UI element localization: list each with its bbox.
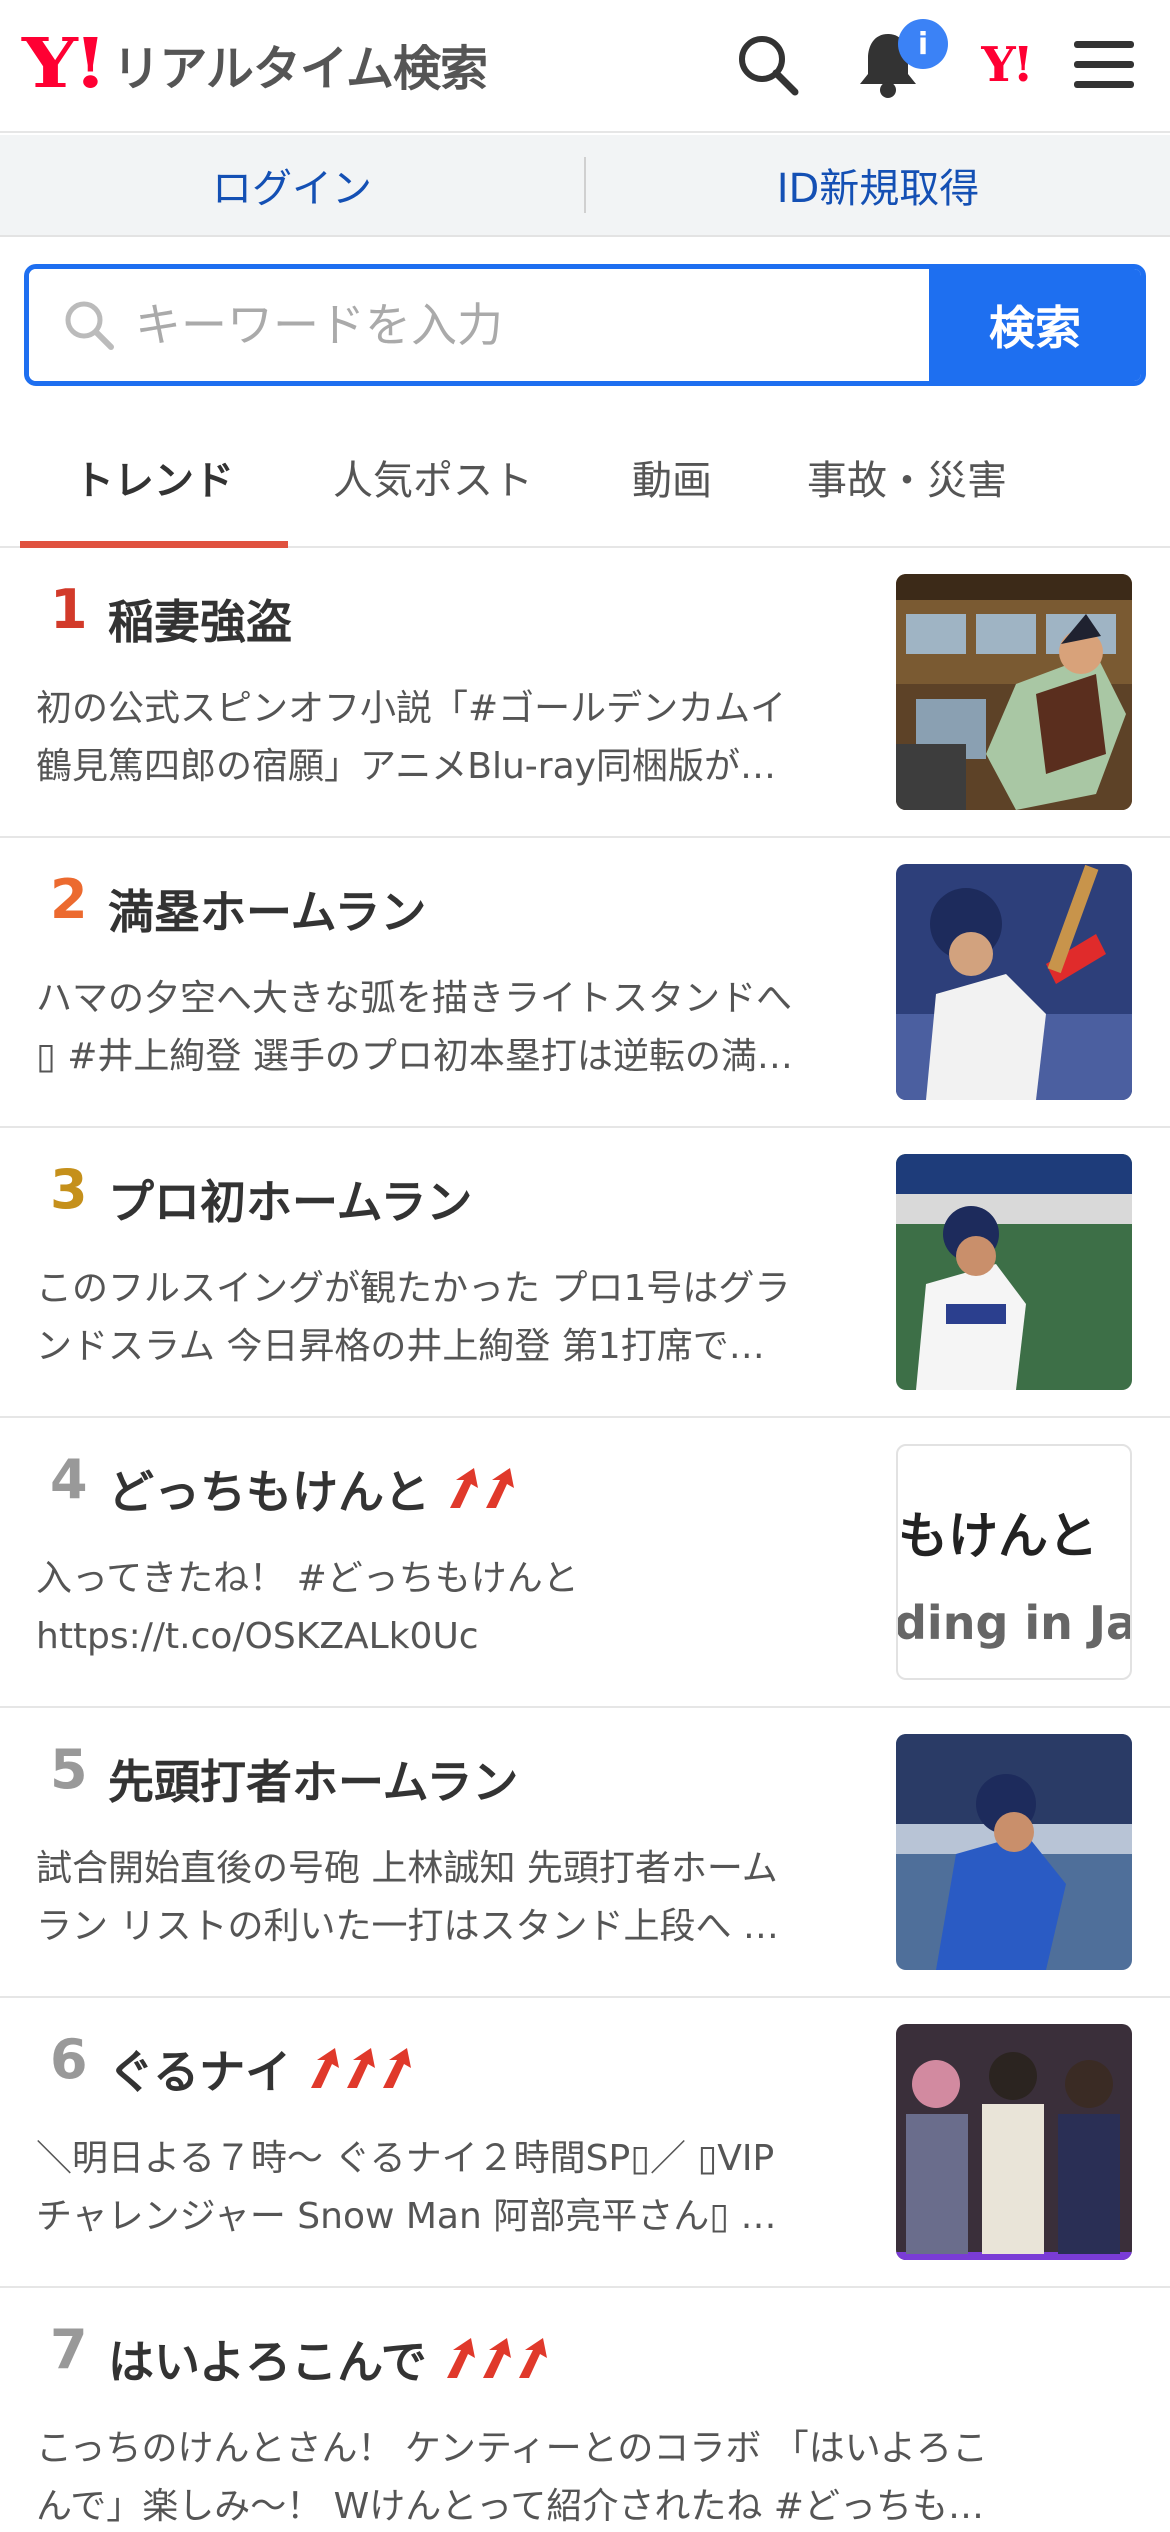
- trend-rank: 6: [50, 2028, 88, 2091]
- trend-description: 入ってきたね！ #どっちもけんと https://t.co/OSKZALk0Uc: [36, 1558, 579, 1657]
- trend-rank: 3: [50, 1158, 88, 1221]
- notification-badge: i: [898, 19, 948, 69]
- search-icon[interactable]: [728, 25, 808, 105]
- trend-rank: 2: [50, 868, 88, 931]
- trend-description: ハマの夕空へ大きな弧を描きライトスタンドへ ▯ #井上絢登 選手のプロ初本塁打は逆…: [36, 978, 793, 1077]
- menu-icon[interactable]: [1064, 25, 1144, 105]
- search-input[interactable]: [135, 269, 935, 381]
- tab-popular-posts[interactable]: 人気ポスト: [288, 408, 578, 546]
- thumbnail-text-line1: もけんと: [898, 1507, 1098, 1565]
- search-button[interactable]: 検索: [929, 269, 1141, 381]
- search-field-wrapper: [29, 269, 935, 381]
- trend-item[interactable]: 3 プロ初ホームラン このフルスイングが観たかった プロ1号はグラ ンドスラム 今…: [0, 1128, 1170, 1418]
- trend-up-arrows-icon: [446, 1466, 530, 1512]
- trend-description: このフルスイングが観たかった プロ1号はグラ ンドスラム 今日昇格の井上絢登 第1…: [36, 1268, 791, 1367]
- trend-thumbnail: [896, 864, 1132, 1100]
- tab-trend[interactable]: トレンド: [20, 408, 288, 548]
- app-header: Y! リアルタイム検索 i Y!: [0, 0, 1170, 133]
- trend-keyword: ぐるナイ: [108, 2036, 427, 2102]
- tab-accidents-disasters[interactable]: 事故・災害: [766, 408, 1048, 546]
- page-title: リアルタイム検索: [112, 41, 488, 97]
- thumbnail-text-line2: ding in Jap: [896, 1596, 1130, 1650]
- trend-item[interactable]: 1 稲妻強盗 初の公式スピンオフ小説「#ゴールデンカムイ 鶴見篤四郎の宿願」アニメ…: [0, 548, 1170, 838]
- yahoo-logo: Y!: [22, 24, 108, 104]
- trend-thumbnail: [896, 1154, 1132, 1390]
- tab-videos[interactable]: 動画: [578, 408, 766, 546]
- search-form: 検索: [24, 264, 1146, 386]
- signup-link[interactable]: ID新規取得: [586, 156, 1170, 214]
- trend-item[interactable]: 2 満塁ホームラン ハマの夕空へ大きな弧を描きライトスタンドへ ▯ #井上絢登 選…: [0, 838, 1170, 1128]
- trend-item[interactable]: 5 先頭打者ホームラン 試合開始直後の号砲 上林誠知 先頭打者ホーム ラン リスト…: [0, 1708, 1170, 1998]
- search-field-icon: [61, 297, 117, 357]
- trend-keyword: 稲妻強盗: [108, 595, 292, 649]
- trend-rank: 1: [50, 578, 88, 641]
- trend-description: 初の公式スピンオフ小説「#ゴールデンカムイ 鶴見篤四郎の宿願」アニメBlu-ray…: [36, 688, 787, 787]
- trend-rank: 4: [50, 1448, 88, 1511]
- trend-up-arrows-icon: [443, 2336, 563, 2382]
- yahoo-small-logo: Y!: [981, 37, 1033, 93]
- trend-thumbnail: [896, 574, 1132, 810]
- trend-rank: 5: [50, 1738, 88, 1801]
- brand-logo-link[interactable]: Y! リアルタイム検索: [22, 24, 488, 104]
- trend-description: 試合開始直後の号砲 上林誠知 先頭打者ホーム ラン リストの利いた一打はスタンド上…: [36, 1848, 779, 1947]
- trend-thumbnail: もけんと ding in Jap: [896, 1444, 1132, 1680]
- trend-up-arrows-icon: [307, 2046, 427, 2092]
- trend-item[interactable]: 7 はいよろこんで こっちのけんとさん！ ケンティーとのコラボ 「はいよろこ んで…: [0, 2288, 1170, 2532]
- trend-thumbnail: [896, 1734, 1132, 1970]
- account-bar: ログイン ID新規取得: [0, 135, 1170, 237]
- yahoo-top-link[interactable]: Y!: [966, 25, 1046, 105]
- trend-description: ＼明日よる７時〜 ぐるナイ２時間SP▯／ ▯VIP チャレンジャー Snow Ma…: [36, 2138, 777, 2237]
- trend-keyword: プロ初ホームラン: [108, 1175, 473, 1229]
- trend-description: こっちのけんとさん！ ケンティーとのコラボ 「はいよろこ んで」楽しみ〜！ Wけん…: [36, 2428, 989, 2527]
- trend-thumbnail: [896, 2024, 1132, 2260]
- trend-list: 1 稲妻強盗 初の公式スピンオフ小説「#ゴールデンカムイ 鶴見篤四郎の宿願」アニメ…: [0, 548, 1170, 2532]
- bell-icon[interactable]: i: [848, 19, 948, 105]
- login-link[interactable]: ログイン: [0, 156, 584, 214]
- trend-rank: 7: [50, 2318, 88, 2381]
- trend-item[interactable]: 6 ぐるナイ ＼明日よる７時〜 ぐるナイ２時間SP▯／ ▯VIP チャレンジャー …: [0, 1998, 1170, 2288]
- trend-keyword: 満塁ホームラン: [108, 885, 427, 939]
- trend-keyword: 先頭打者ホームラン: [108, 1755, 519, 1809]
- trend-keyword: はいよろこんで: [108, 2326, 563, 2392]
- trend-item[interactable]: 4 どっちもけんと 入ってきたね！ #どっちもけんと https://t.co/O…: [0, 1418, 1170, 1708]
- trend-keyword: どっちもけんと: [108, 1456, 530, 1522]
- category-tabs: トレンド 人気ポスト 動画 事故・災害: [0, 408, 1170, 548]
